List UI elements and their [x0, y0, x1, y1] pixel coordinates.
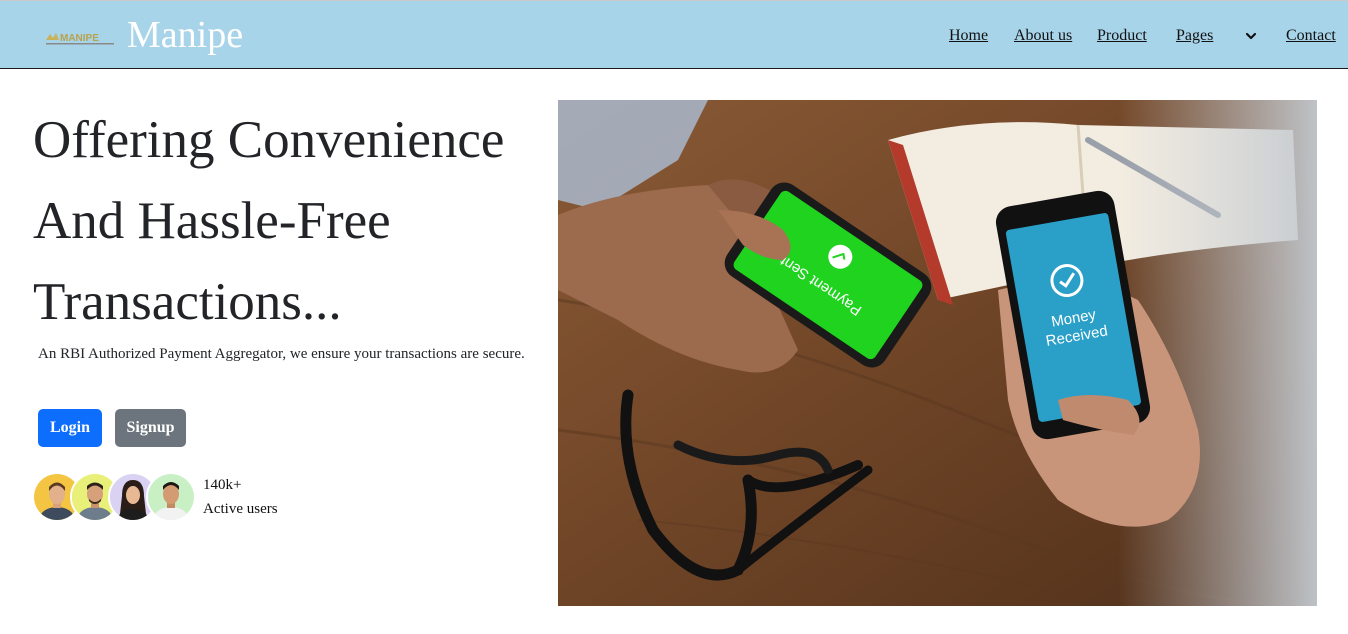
nav-pages-link[interactable]: Pages: [1176, 26, 1213, 46]
nav-contact-link[interactable]: Contact: [1286, 26, 1336, 46]
hero-subtitle: An RBI Authorized Payment Aggregator, we…: [38, 346, 525, 362]
hero-title: Offering Convenience And Hassle-Free Tra…: [33, 111, 505, 331]
login-button[interactable]: Login: [38, 409, 102, 447]
brand-logo[interactable]: MANIPE: [45, 28, 115, 46]
active-users-count: 140k+: [203, 477, 242, 493]
nav-about-link[interactable]: About us: [1014, 26, 1072, 46]
nav-product-link[interactable]: Product: [1097, 26, 1147, 46]
brand-name[interactable]: Manipe: [127, 12, 243, 58]
avatar: [146, 472, 196, 522]
svg-text:MANIPE: MANIPE: [60, 33, 99, 44]
hero-image: Payment Sent Money Received: [558, 100, 1317, 606]
user-avatars: [32, 472, 202, 524]
chevron-down-icon[interactable]: [1244, 29, 1258, 43]
navbar: MANIPE Manipe Home About us Product Page…: [0, 0, 1348, 69]
active-users-label: Active users: [203, 501, 278, 517]
signup-button[interactable]: Signup: [115, 409, 186, 447]
nav-home-link[interactable]: Home: [949, 26, 988, 46]
